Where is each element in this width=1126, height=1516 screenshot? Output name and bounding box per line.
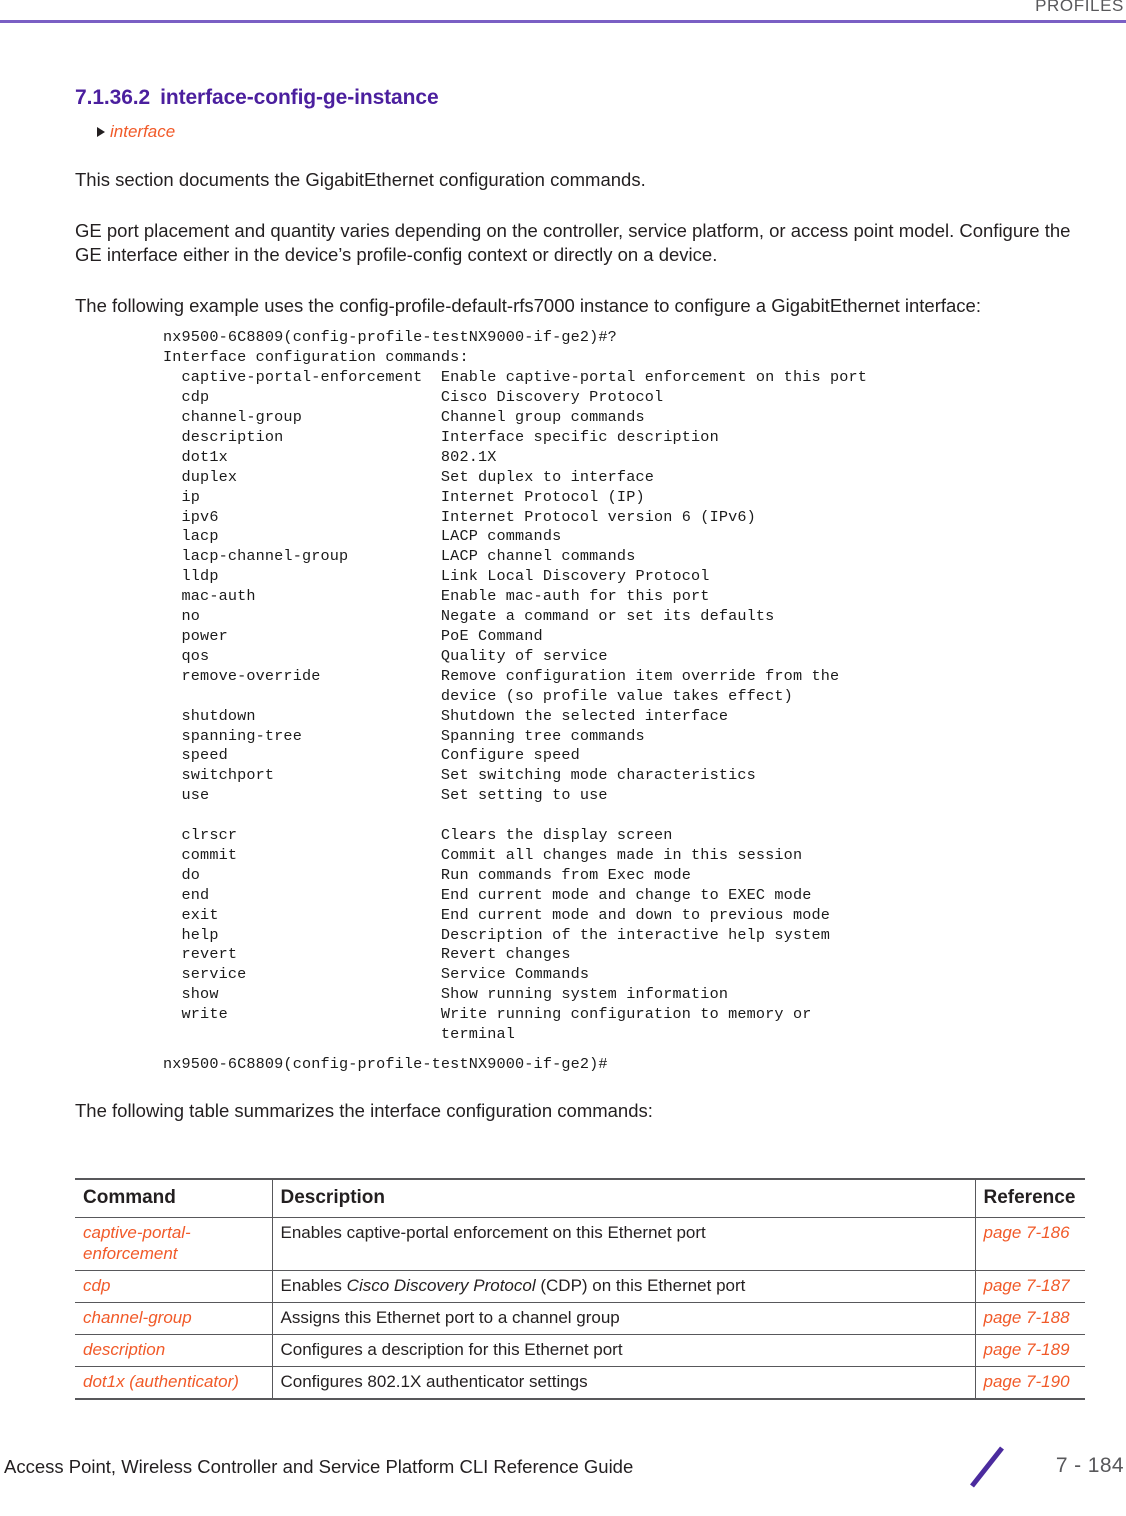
cli-prompt-block: nx9500-6C8809(config-profile-testNX9000-…	[163, 1055, 608, 1073]
table-row: description Configures a description for…	[75, 1334, 1085, 1367]
command-table: Command Description Reference captive-po…	[75, 1178, 1085, 1400]
column-header-reference: Reference	[974, 1178, 1085, 1219]
column-header-command: Command	[75, 1178, 272, 1219]
cli-output-block: nx9500-6C8809(config-profile-testNX9000-…	[163, 328, 868, 1044]
cell-command[interactable]: description	[75, 1334, 272, 1367]
header-rule	[0, 20, 1126, 23]
cell-description: Configures a description for this Ethern…	[271, 1334, 975, 1367]
page-footer: Access Point, Wireless Controller and Se…	[0, 1446, 1126, 1492]
footer-page-number: 7 - 184	[1055, 1454, 1124, 1477]
table-header-row: Command Description Reference	[75, 1178, 1085, 1219]
table-body: captive-portal-enforcement Enables capti…	[75, 1217, 1085, 1400]
paragraph-example-lead: The following example uses the config-pr…	[75, 294, 981, 316]
page-content: 7.1.36.2 interface-config-ge-instance int…	[75, 86, 1087, 1124]
table-row: dot1x (authenticator) Configures 802.1X …	[75, 1366, 1085, 1400]
desc-pre: Enables	[280, 1276, 347, 1296]
breadcrumb-label: interface	[110, 122, 176, 141]
desc-pre: Configures 802.1X authenticator settings	[280, 1371, 588, 1391]
paragraph-table-lead: The following table summarizes the inter…	[75, 1099, 653, 1121]
cell-command[interactable]: channel-group	[75, 1302, 272, 1335]
cell-reference[interactable]: page 7-189	[974, 1334, 1085, 1367]
command-table-wrap: Command Description Reference captive-po…	[75, 1178, 1085, 1400]
section-title: interface-config-ge-instance	[160, 86, 439, 109]
cell-reference[interactable]: page 7-188	[974, 1302, 1085, 1335]
desc-emphasis: Cisco Discovery Protocol	[346, 1276, 536, 1296]
desc-pre: Enables captive-portal enforcement on th…	[280, 1223, 706, 1243]
running-head: PROFILES	[1035, 0, 1124, 15]
table-row: captive-portal-enforcement Enables capti…	[75, 1217, 1085, 1272]
cell-reference[interactable]: page 7-186	[974, 1217, 1085, 1272]
cell-command[interactable]: captive-portal-enforcement	[75, 1217, 272, 1272]
paragraph-intro: This section documents the GigabitEthern…	[75, 169, 646, 190]
desc-pre: Assigns this Ethernet port to a channel …	[280, 1308, 620, 1328]
cell-command[interactable]: dot1x (authenticator)	[75, 1366, 272, 1400]
cell-description: Configures 802.1X authenticator settings	[271, 1366, 975, 1400]
page-header: PROFILES	[0, 0, 1126, 26]
section-number: 7.1.36.2	[75, 86, 151, 109]
table-row: channel-group Assigns this Ethernet port…	[75, 1302, 1085, 1335]
desc-pre: Configures a description for this Ethern…	[280, 1339, 623, 1359]
cell-description: Assigns this Ethernet port to a channel …	[271, 1302, 975, 1335]
breadcrumb[interactable]: interface	[97, 122, 1087, 142]
desc-post: (CDP) on this Ethernet port	[535, 1276, 746, 1296]
cell-command[interactable]: cdp	[75, 1270, 272, 1304]
triangle-right-icon	[97, 127, 105, 137]
slash-icon	[970, 1446, 1004, 1488]
page-title: 7.1.36.2 interface-config-ge-instance	[75, 86, 1087, 110]
column-header-description: Description	[271, 1178, 975, 1219]
cell-reference[interactable]: page 7-190	[974, 1366, 1085, 1400]
cell-reference[interactable]: page 7-187	[974, 1270, 1085, 1304]
footer-guide-title: Access Point, Wireless Controller and Se…	[4, 1456, 634, 1477]
cell-description: Enables Cisco Discovery Protocol (CDP) o…	[271, 1270, 975, 1304]
cell-description: Enables captive-portal enforcement on th…	[271, 1217, 975, 1272]
paragraph-placement: GE port placement and quantity varies de…	[75, 219, 1071, 266]
table-row: cdp Enables Cisco Discovery Protocol (CD…	[75, 1270, 1085, 1304]
